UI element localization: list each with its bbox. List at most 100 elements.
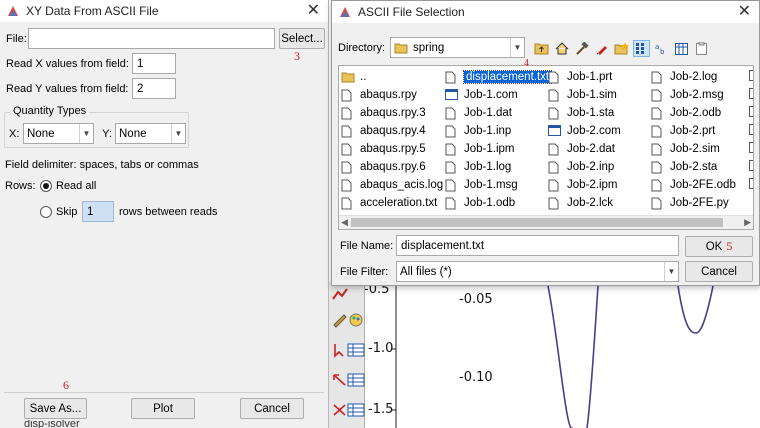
window-icon bbox=[445, 88, 459, 102]
document-icon bbox=[651, 197, 665, 210]
list-item[interactable]: Job-1.prt bbox=[548, 68, 651, 86]
file-name-label: File Name: bbox=[340, 239, 394, 252]
list-item[interactable]: Job-1.dat bbox=[445, 104, 548, 122]
list-item[interactable]: Job-2.prt bbox=[651, 122, 753, 140]
chevron-down-icon: ▼ bbox=[664, 262, 678, 281]
list-item[interactable]: abaqus.rpy bbox=[341, 86, 444, 104]
chevron-down-icon: ▼ bbox=[171, 124, 185, 143]
list-item[interactable]: Job-2.log bbox=[651, 68, 753, 86]
list-item[interactable]: Job-1.com bbox=[445, 86, 548, 104]
file-name: abaqus.rpy.5 bbox=[360, 143, 426, 155]
ok-label: OK bbox=[705, 240, 723, 253]
document-icon bbox=[341, 179, 355, 192]
new-folder-icon[interactable] bbox=[613, 40, 630, 57]
list-item[interactable]: Job-2.ipm bbox=[548, 176, 651, 194]
list-item[interactable]: Job-1.inp bbox=[445, 122, 548, 140]
list-item[interactable]: acceleration.txt bbox=[341, 194, 444, 212]
file-filter-select[interactable]: All files (*) ▼ bbox=[396, 261, 679, 282]
file-label: File: bbox=[6, 32, 27, 45]
details-view-icon[interactable] bbox=[673, 40, 690, 57]
x-type-select[interactable]: None ▼ bbox=[23, 123, 94, 144]
up-folder-icon[interactable] bbox=[533, 40, 550, 57]
hammer-icon[interactable] bbox=[573, 40, 590, 57]
scrollbar-thumb[interactable] bbox=[351, 218, 723, 227]
read-x-row: Read X values from field: 1 bbox=[6, 53, 176, 74]
list-item[interactable]: abaqus.rpy.5 bbox=[341, 140, 444, 158]
table-icon[interactable] bbox=[347, 402, 365, 418]
file-name: abaqus_acis.log bbox=[360, 179, 444, 191]
list-item[interactable]: abaqus.rpy.3 bbox=[341, 104, 444, 122]
list-item[interactable]: Job-2.inp bbox=[548, 158, 651, 176]
list-item[interactable]: abaqus.rpy.6 bbox=[341, 158, 444, 176]
clipboard-icon[interactable] bbox=[693, 40, 710, 57]
list-item[interactable]: Job-2.odb bbox=[651, 104, 753, 122]
file-list-column: Job-1.prt Job-1.sim Job-1.sta Job-2.com … bbox=[548, 68, 651, 212]
directory-select[interactable]: spring ▼ bbox=[390, 37, 525, 58]
file-name: Job-2.odb bbox=[670, 107, 722, 119]
list-item[interactable]: Job-1.log bbox=[445, 158, 548, 176]
close-icon[interactable]: ✕ bbox=[307, 2, 320, 20]
line-tool-icon[interactable] bbox=[331, 286, 349, 302]
y-type-select[interactable]: None ▼ bbox=[115, 123, 186, 144]
file-field[interactable] bbox=[28, 28, 275, 49]
list-item[interactable]: Job-2.lck bbox=[548, 194, 651, 212]
list-item[interactable]: Job-2.dat bbox=[548, 140, 651, 158]
close-icon[interactable]: ✕ bbox=[738, 3, 751, 21]
dialog-titlebar: XY Data From ASCII File ✕ bbox=[0, 0, 328, 22]
cancel-button[interactable]: Cancel bbox=[685, 261, 753, 282]
list-item[interactable]: Job-1.sim bbox=[548, 86, 651, 104]
scroll-left-icon[interactable]: ◀ bbox=[341, 217, 348, 228]
footer-divider bbox=[4, 392, 324, 393]
rows-read-all: Rows: Read all bbox=[5, 180, 96, 192]
list-item[interactable]: Job-2FE.odb bbox=[651, 176, 753, 194]
read-x-field[interactable]: 1 bbox=[132, 53, 176, 74]
background-text-fragment: disp-isolver bbox=[24, 420, 80, 428]
home-icon[interactable] bbox=[553, 40, 570, 57]
select-button[interactable]: Select... bbox=[279, 28, 325, 49]
skip-radio[interactable] bbox=[40, 205, 52, 218]
ok-button[interactable]: OK 5 bbox=[685, 236, 753, 257]
file-name-field[interactable]: displacement.txt bbox=[396, 235, 679, 256]
table-icon[interactable] bbox=[347, 372, 365, 388]
file-name: Job-2.com bbox=[567, 125, 621, 137]
list-item[interactable]: displacement.txt bbox=[445, 68, 553, 86]
document-icon bbox=[548, 143, 562, 156]
list-item[interactable]: abaqus_acis.log bbox=[341, 176, 444, 194]
list-item[interactable]: Job-1.msg bbox=[445, 176, 548, 194]
read-y-field[interactable]: 2 bbox=[132, 78, 176, 99]
document-icon bbox=[341, 107, 355, 120]
dialog-title: ASCII File Selection bbox=[358, 5, 465, 19]
list-item[interactable]: Job-2.sim bbox=[651, 140, 753, 158]
horizontal-scrollbar[interactable]: ◀ ▶ bbox=[339, 215, 753, 229]
list-item[interactable]: Job-2.com bbox=[548, 122, 651, 140]
scroll-right-icon[interactable]: ▶ bbox=[744, 217, 751, 228]
list-item[interactable]: Job-1.odb bbox=[445, 194, 548, 212]
save-as-button[interactable]: Save As... bbox=[24, 398, 87, 419]
list-item[interactable]: Job-2FE.py bbox=[651, 194, 753, 212]
read-all-radio[interactable] bbox=[40, 180, 52, 192]
directory-label: Directory: bbox=[338, 41, 386, 54]
document-icon bbox=[548, 89, 562, 102]
list-item[interactable]: Job-2.sta bbox=[651, 158, 753, 176]
file-name: Job-1.sim bbox=[567, 89, 617, 101]
list-item[interactable]: abaqus.rpy.4 bbox=[341, 122, 444, 140]
list-item[interactable]: Job-1.sta bbox=[548, 104, 651, 122]
list-view-icon[interactable] bbox=[633, 40, 650, 57]
list-item[interactable]: Job-2.msg bbox=[651, 86, 753, 104]
partial-column bbox=[749, 70, 753, 210]
file-list[interactable]: .. abaqus.rpy abaqus.rpy.3 abaqus.rpy.4 … bbox=[338, 65, 754, 230]
palette-icon[interactable] bbox=[347, 312, 365, 328]
file-name: Job-1.inp bbox=[464, 125, 512, 137]
document-icon bbox=[341, 143, 355, 156]
plot-button[interactable]: Plot bbox=[131, 398, 195, 419]
cancel-button[interactable]: Cancel bbox=[240, 398, 304, 419]
file-list-column: displacement.txt Job-1.com Job-1.dat Job… bbox=[445, 68, 553, 212]
bookmark-icon[interactable] bbox=[593, 40, 610, 57]
skip-field[interactable]: 1 bbox=[82, 201, 114, 222]
x-type-label: X: bbox=[9, 127, 20, 140]
table-icon[interactable] bbox=[347, 342, 365, 358]
list-item[interactable]: Job-1.ipm bbox=[445, 140, 548, 158]
list-item[interactable]: .. bbox=[341, 68, 444, 86]
document-icon bbox=[651, 161, 665, 174]
sort-icon[interactable]: ab bbox=[653, 40, 670, 57]
